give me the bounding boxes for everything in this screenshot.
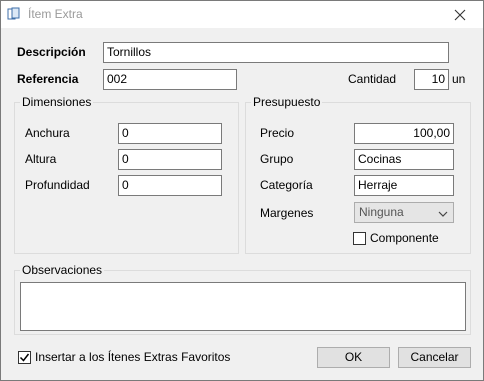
descripcion-field[interactable]: Tornillos — [103, 42, 449, 63]
profundidad-label: Profundidad — [25, 178, 90, 192]
favoritos-checkbox[interactable] — [18, 351, 31, 364]
margenes-label: Margenes — [260, 206, 314, 220]
margenes-value: Ninguna — [359, 205, 404, 219]
favoritos-label: Insertar a los Ítenes Extras Favoritos — [35, 350, 231, 364]
referencia-label: Referencia — [17, 72, 79, 86]
margenes-select[interactable]: Ninguna — [354, 202, 454, 223]
precio-label: Precio — [260, 126, 295, 140]
anchura-field[interactable]: 0 — [118, 123, 222, 144]
presupuesto-title: Presupuesto — [251, 95, 323, 109]
window-title: Ítem Extra — [28, 7, 83, 21]
altura-label: Altura — [25, 152, 57, 166]
dialog-icon — [7, 7, 21, 21]
close-button[interactable] — [437, 1, 483, 28]
close-icon — [454, 9, 466, 20]
componente-label: Componente — [370, 231, 439, 245]
cantidad-field[interactable]: 10 — [414, 69, 449, 90]
chevron-down-icon — [438, 208, 448, 218]
title-bar: Ítem Extra — [1, 1, 483, 28]
categoria-label: Categoría — [260, 178, 313, 192]
componente-checkbox[interactable] — [353, 232, 366, 245]
descripcion-label: Descripción — [17, 45, 86, 59]
ok-button[interactable]: OK — [317, 347, 390, 368]
observaciones-title: Observaciones — [20, 263, 105, 277]
cantidad-unit: un — [452, 72, 466, 86]
dimensiones-title: Dimensiones — [20, 95, 94, 109]
grupo-label: Grupo — [260, 152, 294, 166]
categoria-field[interactable]: Herraje — [354, 175, 454, 196]
cancel-button[interactable]: Cancelar — [398, 347, 471, 368]
profundidad-field[interactable]: 0 — [118, 175, 222, 196]
grupo-field[interactable]: Cocinas — [354, 149, 454, 170]
precio-field[interactable]: 100,00 — [354, 123, 454, 144]
cantidad-label: Cantidad — [348, 72, 397, 86]
item-extra-dialog: Ítem Extra Descripción Tornillos Referen… — [0, 0, 484, 381]
observaciones-textarea[interactable] — [20, 282, 466, 331]
anchura-label: Anchura — [25, 126, 70, 140]
checkmark-icon — [19, 353, 30, 362]
referencia-field[interactable]: 002 — [103, 69, 237, 90]
altura-field[interactable]: 0 — [118, 149, 222, 170]
